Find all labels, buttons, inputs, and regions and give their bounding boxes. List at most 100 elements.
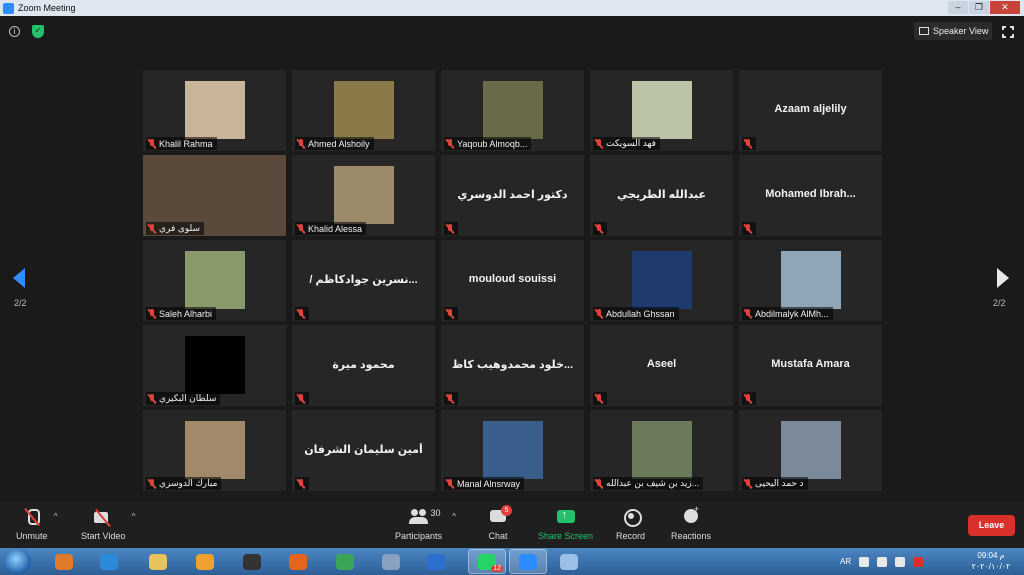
start-video-button[interactable]: ^ Start Video: [81, 508, 135, 541]
muted-microphone-icon: [446, 308, 454, 319]
participant-tile[interactable]: زيد بن شيف بن عبدالله...: [590, 410, 733, 491]
blue-app-taskbar-icon[interactable]: [424, 552, 448, 571]
participant-name-label: Khalil Rahma: [146, 137, 217, 150]
action-center-flag-icon[interactable]: [913, 556, 924, 567]
participant-tile[interactable]: عبدالله الطريجي: [590, 155, 733, 236]
muted-microphone-icon: [446, 138, 454, 149]
volume-icon[interactable]: [895, 556, 906, 567]
speaker-view-label: Speaker View: [933, 26, 989, 36]
bird-app-taskbar-icon[interactable]: [379, 552, 403, 571]
orange-app-taskbar-icon[interactable]: [193, 552, 217, 571]
participant-name-label: Abdilmalyk AlMh...: [742, 307, 833, 320]
info-icon[interactable]: i: [9, 26, 20, 37]
participant-name-label: Manal Alnsrway: [444, 477, 525, 490]
orange-app-icon: [196, 553, 214, 570]
participant-name: د حمد اليحيى: [755, 478, 804, 488]
muted-microphone-icon: [148, 393, 156, 404]
reactions-button[interactable]: Reactions: [671, 504, 711, 541]
unmute-button[interactable]: ^ Unmute: [16, 508, 58, 541]
clock-date: ٢٠٢٠/١٠/٠٢: [971, 562, 1011, 571]
paint-taskbar-icon[interactable]: [557, 552, 581, 571]
participants-button[interactable]: 30 ^ Participants: [395, 508, 456, 541]
participant-name-label: Saleh Alharbi: [146, 307, 217, 320]
media-player-taskbar-icon[interactable]: [52, 552, 76, 571]
audio-options-caret-icon[interactable]: ^: [54, 512, 58, 521]
chat-label: Chat: [488, 531, 508, 541]
share-screen-button[interactable]: Share Screen: [538, 508, 593, 541]
window-title: Zoom Meeting: [18, 3, 76, 13]
participant-tile[interactable]: Manal Alnsrway: [441, 410, 584, 491]
chrome-taskbar-icon[interactable]: [333, 552, 357, 571]
leave-button[interactable]: Leave: [968, 515, 1015, 536]
participant-tile[interactable]: Yaqoub Almoqb...: [441, 70, 584, 151]
battery-icon[interactable]: [877, 556, 888, 567]
taskbar-clock[interactable]: 09:04 م ٢٠٢٠/١٠/٠٢: [962, 550, 1020, 572]
film-app-taskbar-icon[interactable]: [240, 552, 264, 571]
participant-tile[interactable]: سلطان البكيري: [143, 325, 286, 406]
previous-page-arrow-icon[interactable]: [13, 268, 25, 288]
muted-microphone-icon: [148, 138, 156, 149]
participant-tile[interactable]: أمين سليمان الشرفان: [292, 410, 435, 491]
muted-microphone-icon: [148, 223, 156, 234]
next-page-arrow-icon[interactable]: [997, 268, 1009, 288]
participant-tile[interactable]: Khalil Rahma: [143, 70, 286, 151]
zoom-taskbar-icon[interactable]: [509, 549, 547, 574]
participant-name-label: سلوى فري: [146, 222, 205, 235]
participant-video-thumbnail: [781, 251, 841, 309]
participant-tile[interactable]: Aseel: [590, 325, 733, 406]
whatsapp-taskbar-icon[interactable]: 12: [468, 549, 506, 574]
participant-display-name: محمود ميرة: [332, 359, 395, 371]
participant-tile[interactable]: Mustafa Amara: [739, 325, 882, 406]
participant-tile[interactable]: مبارك الدوسري: [143, 410, 286, 491]
record-button[interactable]: Record: [616, 508, 645, 541]
participant-tile[interactable]: سلوى فري: [143, 155, 286, 236]
chat-button[interactable]: 5 Chat: [488, 505, 512, 541]
video-options-caret-icon[interactable]: ^: [132, 512, 136, 521]
participant-name-label: زيد بن شيف بن عبدالله...: [593, 477, 704, 490]
microphone-muted-icon: [22, 508, 42, 526]
grid-icon: [919, 27, 929, 35]
participant-tile[interactable]: Khalid Alessa: [292, 155, 435, 236]
participant-tile[interactable]: Ahmed Alshoily: [292, 70, 435, 151]
participant-tile[interactable]: خلود محمدوهيب كاظ...: [441, 325, 584, 406]
speaker-view-button[interactable]: Speaker View: [914, 22, 992, 40]
close-button[interactable]: ✕: [990, 1, 1020, 14]
participant-tile[interactable]: Saleh Alharbi: [143, 240, 286, 321]
participant-tile[interactable]: دكتور احمد الدوسري: [441, 155, 584, 236]
participant-tile[interactable]: mouloud souissi: [441, 240, 584, 321]
participant-name: زيد بن شيف بن عبدالله...: [606, 478, 700, 488]
participant-tile[interactable]: د حمد اليحيى: [739, 410, 882, 491]
participant-tile[interactable]: محمود ميرة: [292, 325, 435, 406]
fullscreen-icon[interactable]: [1001, 25, 1015, 39]
folder-taskbar-icon[interactable]: [146, 552, 170, 571]
muted-microphone-icon: [744, 223, 752, 234]
internet-explorer-taskbar-icon[interactable]: [97, 552, 121, 571]
participants-count: 30: [430, 508, 441, 518]
maximize-button[interactable]: ❐: [969, 1, 989, 14]
participant-video-thumbnail: [185, 81, 245, 139]
participant-display-name: mouloud souissi: [468, 273, 557, 285]
participant-tile[interactable]: Azaam aljelily: [739, 70, 882, 151]
security-shield-icon[interactable]: ✓: [32, 25, 44, 38]
participant-tile[interactable]: فهد السويكت: [590, 70, 733, 151]
language-indicator[interactable]: AR: [840, 557, 851, 566]
zoom-icon: [519, 553, 537, 570]
participant-video-thumbnail: [632, 251, 692, 309]
participant-tile[interactable]: / نسرين جوادكاظم...: [292, 240, 435, 321]
bird-app-icon: [382, 553, 400, 570]
participant-name: Ahmed Alshoily: [308, 138, 370, 149]
network-signal-icon[interactable]: [859, 556, 870, 567]
system-tray: AR: [840, 548, 924, 575]
clock-time: 09:04 م: [977, 551, 1005, 560]
participants-caret-icon[interactable]: ^: [452, 512, 456, 521]
meeting-toolbar: ^ Unmute ^ Start Video 30 ^ Participants…: [0, 502, 1024, 548]
muted-microphone-icon: [744, 138, 752, 149]
participant-tile[interactable]: Abdullah Ghssan: [590, 240, 733, 321]
firefox-taskbar-icon[interactable]: [286, 552, 310, 571]
blue-app-icon: [427, 553, 445, 570]
participant-tile[interactable]: Abdilmalyk AlMh...: [739, 240, 882, 321]
minimize-button[interactable]: –: [948, 1, 968, 14]
windows-start-icon[interactable]: [4, 549, 31, 574]
participant-tile[interactable]: Mohamed Ibrah...: [739, 155, 882, 236]
muted-microphone-icon: [148, 478, 156, 489]
